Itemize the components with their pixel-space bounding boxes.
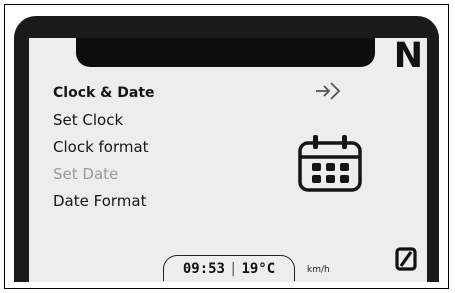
clock-time: 09:53 xyxy=(182,261,225,277)
menu-item-set-clock[interactable]: Set Clock xyxy=(53,107,155,134)
reset-icon xyxy=(395,247,417,271)
enter-arrow-icon xyxy=(316,82,341,100)
temperature: 19°C xyxy=(241,261,276,277)
gear-indicator: N xyxy=(393,38,423,76)
calendar-icon xyxy=(298,135,362,192)
menu-item-set-date[interactable]: Set Date xyxy=(53,161,155,188)
menu-title: Clock & Date xyxy=(53,85,155,101)
settings-menu: Clock & Date Set Clock Clock format Set … xyxy=(53,80,155,215)
status-pill: 09:53 | 19°C xyxy=(163,255,295,281)
menu-item-clock-format[interactable]: Clock format xyxy=(53,134,155,161)
dashboard-screen: N Clock & Date Set Clock Clock format Se… xyxy=(29,38,427,282)
menu-item-date-format[interactable]: Date Format xyxy=(53,188,155,215)
top-status-band xyxy=(76,38,375,67)
status-separator: | xyxy=(229,261,238,277)
speed-unit: km/h xyxy=(307,265,330,275)
